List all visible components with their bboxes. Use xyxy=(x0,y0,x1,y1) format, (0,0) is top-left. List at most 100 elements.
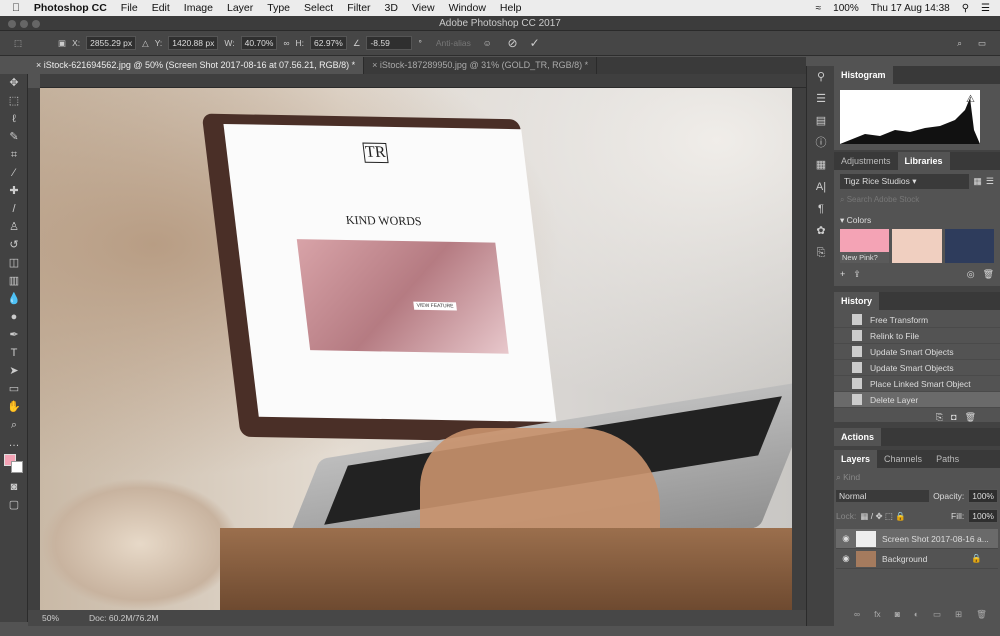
brush-settings-icon[interactable]: ✿ xyxy=(807,220,835,242)
grid-view-icon[interactable]: ▦ xyxy=(973,176,982,187)
tab-document-1[interactable]: × iStock-621694562.jpg @ 50% (Screen Sho… xyxy=(28,57,365,74)
delete-layer-icon[interactable]: 🗑 xyxy=(976,609,987,620)
pen-tool-icon[interactable]: ✒ xyxy=(0,326,28,344)
visibility-eye-icon[interactable]: ◉ xyxy=(836,553,856,564)
cloud-sync-icon[interactable]: ◎ xyxy=(967,269,975,280)
vertical-scrollbar[interactable] xyxy=(792,88,806,610)
colors-section-header[interactable]: ▾ Colors xyxy=(840,215,994,226)
healing-tool-icon[interactable]: ✚ xyxy=(0,182,28,200)
menu-3d[interactable]: 3D xyxy=(385,2,398,14)
history-item[interactable]: Place Linked Smart Object xyxy=(834,376,1000,392)
trash-icon[interactable]: 🗑 xyxy=(983,269,994,280)
type-tool-icon[interactable]: T xyxy=(0,344,28,362)
y-field[interactable]: 1420.88 px xyxy=(168,36,219,50)
new-layer-icon[interactable]: ⊞ xyxy=(955,609,962,620)
delete-state-icon[interactable]: 🗑 xyxy=(965,412,984,422)
tab-actions[interactable]: Actions xyxy=(834,428,882,446)
visibility-eye-icon[interactable]: ◉ xyxy=(836,533,856,544)
paragraph-panel-icon[interactable]: ¶ xyxy=(807,198,835,220)
path-select-tool-icon[interactable]: ➤ xyxy=(0,362,28,380)
zoom-window-button[interactable] xyxy=(32,20,40,28)
more-tools-icon[interactable]: … xyxy=(0,434,28,452)
stock-search-input[interactable]: ⌕ Search Adobe Stock xyxy=(840,195,994,205)
glyph-panel-icon[interactable]: ⎘ xyxy=(807,242,835,264)
workspace-icon[interactable]: ▭ xyxy=(978,38,986,49)
move-tool-icon[interactable]: ✥ xyxy=(0,74,28,92)
background-color[interactable] xyxy=(11,461,23,473)
link-layers-icon[interactable]: ∞ xyxy=(854,609,860,620)
list-view-icon[interactable]: ☰ xyxy=(986,176,994,187)
battery-percent[interactable]: 100% xyxy=(833,3,859,14)
marquee-tool-icon[interactable]: ⬚ xyxy=(0,92,28,110)
width-field[interactable]: 40.70% xyxy=(240,36,278,50)
history-item[interactable]: Delete Layer xyxy=(834,392,1000,408)
transform-tool-icon[interactable]: ⬚ xyxy=(14,38,22,49)
history-item[interactable]: Update Smart Objects xyxy=(834,344,1000,360)
tab-histogram[interactable]: Histogram xyxy=(834,66,893,84)
angle-field[interactable]: -8.59 xyxy=(366,36,413,50)
commit-transform-icon[interactable]: ✓ xyxy=(530,36,540,50)
menu-type[interactable]: Type xyxy=(267,2,290,14)
eraser-tool-icon[interactable]: ◫ xyxy=(0,254,28,272)
opacity-field[interactable]: 100% xyxy=(968,489,998,503)
app-menu[interactable]: Photoshop CC xyxy=(34,2,107,14)
color-swatches[interactable] xyxy=(0,452,27,478)
add-icon[interactable]: + xyxy=(840,269,845,280)
tab-layers[interactable]: Layers xyxy=(834,450,878,468)
stamp-tool-icon[interactable]: ♙ xyxy=(0,218,28,236)
properties-panel-icon[interactable]: ☰ xyxy=(807,88,835,110)
shape-tool-icon[interactable]: ▭ xyxy=(0,380,28,398)
menu-help[interactable]: Help xyxy=(500,2,522,14)
eyedropper-tool-icon[interactable]: ⁄ xyxy=(0,164,28,182)
layer-filter-kind[interactable]: ⌕ Kind xyxy=(836,472,998,483)
history-item[interactable]: Relink to File xyxy=(834,328,1000,344)
color-swatch[interactable]: New Pink? xyxy=(840,229,890,263)
lasso-tool-icon[interactable]: ℓ xyxy=(0,110,28,128)
swatches-panel-icon[interactable]: ▦ xyxy=(807,154,835,176)
group-icon[interactable]: ▭ xyxy=(933,609,941,620)
brush-tool-icon[interactable]: / xyxy=(0,200,28,218)
close-window-button[interactable] xyxy=(8,20,16,28)
mask-icon[interactable]: ◙ xyxy=(895,609,900,620)
menu-layer[interactable]: Layer xyxy=(227,2,253,14)
snapshot-camera-icon[interactable]: ◘ xyxy=(951,412,964,422)
history-panel-icon[interactable]: ⚲ xyxy=(807,66,835,88)
screen-mode-icon[interactable]: ▢ xyxy=(0,496,28,514)
tab-libraries[interactable]: Libraries xyxy=(897,152,950,170)
menu-edit[interactable]: Edit xyxy=(152,2,170,14)
upload-icon[interactable]: ⇪ xyxy=(853,269,861,280)
search-icon[interactable]: ⌕ xyxy=(957,38,962,49)
spotlight-icon[interactable]: ⚲ xyxy=(962,3,969,14)
delta-icon[interactable]: △ xyxy=(142,38,149,49)
notification-icon[interactable]: ☰ xyxy=(981,3,990,14)
adjust-panel-icon[interactable]: ▤ xyxy=(807,110,835,132)
link-icon[interactable]: ∞ xyxy=(283,38,289,48)
history-item[interactable]: Free Transform xyxy=(834,312,1000,328)
library-select[interactable]: Tigz Rice Studios ▾ xyxy=(840,174,970,189)
menu-window[interactable]: Window xyxy=(449,2,486,14)
minimize-window-button[interactable] xyxy=(20,20,28,28)
color-swatch[interactable] xyxy=(944,229,994,263)
doc-size[interactable]: Doc: 60.2M/76.2M xyxy=(89,613,158,623)
crop-tool-icon[interactable]: ⌗ xyxy=(0,146,28,164)
antialias-checkbox[interactable]: Anti-alias xyxy=(436,38,471,48)
quick-mask-icon[interactable]: ◙ xyxy=(0,478,28,496)
tab-document-2[interactable]: × iStock-187289950.jpg @ 31% (GOLD_TR, R… xyxy=(364,57,598,74)
x-field[interactable]: 2855.29 px xyxy=(86,36,137,50)
apple-icon[interactable]:  xyxy=(12,2,20,14)
wifi-icon[interactable]: ≈ xyxy=(816,3,822,14)
lock-icons[interactable]: ▦ / ✥ ⬚ 🔒 xyxy=(860,511,947,522)
zoom-level[interactable]: 50% xyxy=(42,613,59,623)
tab-channels[interactable]: Channels xyxy=(877,450,929,468)
tab-paths[interactable]: Paths xyxy=(929,450,966,468)
reference-point-icon[interactable]: ▣ xyxy=(58,38,66,49)
color-swatch[interactable] xyxy=(892,229,942,263)
menu-image[interactable]: Image xyxy=(184,2,213,14)
height-field[interactable]: 62.97% xyxy=(310,36,347,50)
blur-tool-icon[interactable]: 💧 xyxy=(0,290,28,308)
quick-select-tool-icon[interactable]: ✎ xyxy=(0,128,28,146)
layer-row[interactable]: ◉ Screen Shot 2017-08-16 a... xyxy=(836,529,998,549)
menu-file[interactable]: File xyxy=(121,2,138,14)
clock[interactable]: Thu 17 Aug 14:38 xyxy=(871,3,950,14)
tab-history[interactable]: History xyxy=(834,292,880,310)
